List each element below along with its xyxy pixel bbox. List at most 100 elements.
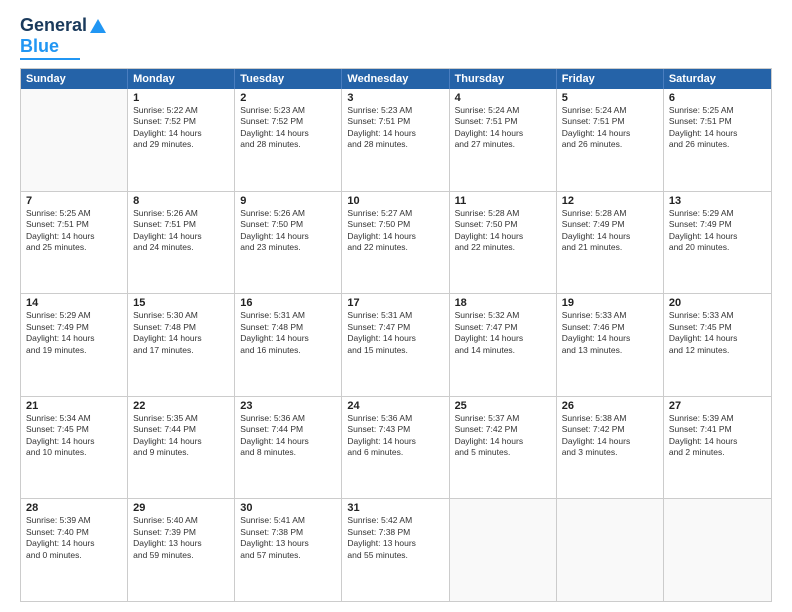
- day-number: 10: [347, 195, 443, 207]
- day-number: 25: [455, 400, 551, 412]
- calendar-day-12: 12Sunrise: 5:28 AMSunset: 7:49 PMDayligh…: [557, 192, 664, 294]
- day-number: 17: [347, 297, 443, 309]
- calendar-empty-cell: [450, 499, 557, 601]
- calendar-day-8: 8Sunrise: 5:26 AMSunset: 7:51 PMDaylight…: [128, 192, 235, 294]
- day-info: Sunrise: 5:28 AMSunset: 7:50 PMDaylight:…: [455, 208, 551, 254]
- calendar-day-29: 29Sunrise: 5:40 AMSunset: 7:39 PMDayligh…: [128, 499, 235, 601]
- weekday-header-tuesday: Tuesday: [235, 69, 342, 89]
- calendar-day-2: 2Sunrise: 5:23 AMSunset: 7:52 PMDaylight…: [235, 89, 342, 191]
- calendar-day-24: 24Sunrise: 5:36 AMSunset: 7:43 PMDayligh…: [342, 397, 449, 499]
- calendar-row-2: 7Sunrise: 5:25 AMSunset: 7:51 PMDaylight…: [21, 191, 771, 294]
- day-info: Sunrise: 5:39 AMSunset: 7:41 PMDaylight:…: [669, 413, 766, 459]
- calendar-day-6: 6Sunrise: 5:25 AMSunset: 7:51 PMDaylight…: [664, 89, 771, 191]
- day-info: Sunrise: 5:30 AMSunset: 7:48 PMDaylight:…: [133, 310, 229, 356]
- day-number: 3: [347, 92, 443, 104]
- day-number: 19: [562, 297, 658, 309]
- page: General Blue SundayMondayTuesdayWednesda…: [0, 0, 792, 612]
- calendar-row-3: 14Sunrise: 5:29 AMSunset: 7:49 PMDayligh…: [21, 293, 771, 396]
- calendar-empty-cell: [21, 89, 128, 191]
- calendar-day-21: 21Sunrise: 5:34 AMSunset: 7:45 PMDayligh…: [21, 397, 128, 499]
- calendar-day-11: 11Sunrise: 5:28 AMSunset: 7:50 PMDayligh…: [450, 192, 557, 294]
- day-info: Sunrise: 5:29 AMSunset: 7:49 PMDaylight:…: [26, 310, 122, 356]
- day-number: 5: [562, 92, 658, 104]
- calendar-day-18: 18Sunrise: 5:32 AMSunset: 7:47 PMDayligh…: [450, 294, 557, 396]
- day-info: Sunrise: 5:28 AMSunset: 7:49 PMDaylight:…: [562, 208, 658, 254]
- calendar-row-1: 1Sunrise: 5:22 AMSunset: 7:52 PMDaylight…: [21, 89, 771, 191]
- day-info: Sunrise: 5:36 AMSunset: 7:44 PMDaylight:…: [240, 413, 336, 459]
- day-number: 18: [455, 297, 551, 309]
- day-number: 2: [240, 92, 336, 104]
- day-info: Sunrise: 5:40 AMSunset: 7:39 PMDaylight:…: [133, 515, 229, 561]
- calendar-empty-cell: [664, 499, 771, 601]
- logo-blue: Blue: [20, 36, 59, 57]
- calendar-day-26: 26Sunrise: 5:38 AMSunset: 7:42 PMDayligh…: [557, 397, 664, 499]
- day-number: 29: [133, 502, 229, 514]
- weekday-header-monday: Monday: [128, 69, 235, 89]
- day-number: 14: [26, 297, 122, 309]
- calendar-day-4: 4Sunrise: 5:24 AMSunset: 7:51 PMDaylight…: [450, 89, 557, 191]
- calendar-day-1: 1Sunrise: 5:22 AMSunset: 7:52 PMDaylight…: [128, 89, 235, 191]
- calendar-day-28: 28Sunrise: 5:39 AMSunset: 7:40 PMDayligh…: [21, 499, 128, 601]
- day-info: Sunrise: 5:31 AMSunset: 7:48 PMDaylight:…: [240, 310, 336, 356]
- day-number: 27: [669, 400, 766, 412]
- calendar-day-10: 10Sunrise: 5:27 AMSunset: 7:50 PMDayligh…: [342, 192, 449, 294]
- weekday-header-sunday: Sunday: [21, 69, 128, 89]
- day-number: 7: [26, 195, 122, 207]
- day-info: Sunrise: 5:37 AMSunset: 7:42 PMDaylight:…: [455, 413, 551, 459]
- calendar-row-5: 28Sunrise: 5:39 AMSunset: 7:40 PMDayligh…: [21, 498, 771, 601]
- day-info: Sunrise: 5:35 AMSunset: 7:44 PMDaylight:…: [133, 413, 229, 459]
- day-number: 23: [240, 400, 336, 412]
- calendar-day-23: 23Sunrise: 5:36 AMSunset: 7:44 PMDayligh…: [235, 397, 342, 499]
- logo-icon: [89, 17, 107, 35]
- weekday-header-wednesday: Wednesday: [342, 69, 449, 89]
- calendar-day-7: 7Sunrise: 5:25 AMSunset: 7:51 PMDaylight…: [21, 192, 128, 294]
- day-info: Sunrise: 5:26 AMSunset: 7:50 PMDaylight:…: [240, 208, 336, 254]
- calendar-day-9: 9Sunrise: 5:26 AMSunset: 7:50 PMDaylight…: [235, 192, 342, 294]
- calendar-day-20: 20Sunrise: 5:33 AMSunset: 7:45 PMDayligh…: [664, 294, 771, 396]
- logo-general: General: [20, 15, 87, 36]
- day-number: 11: [455, 195, 551, 207]
- day-info: Sunrise: 5:25 AMSunset: 7:51 PMDaylight:…: [669, 105, 766, 151]
- day-number: 9: [240, 195, 336, 207]
- day-number: 8: [133, 195, 229, 207]
- day-number: 16: [240, 297, 336, 309]
- calendar-body: 1Sunrise: 5:22 AMSunset: 7:52 PMDaylight…: [21, 89, 771, 601]
- day-number: 20: [669, 297, 766, 309]
- calendar-day-25: 25Sunrise: 5:37 AMSunset: 7:42 PMDayligh…: [450, 397, 557, 499]
- weekday-header-friday: Friday: [557, 69, 664, 89]
- day-number: 31: [347, 502, 443, 514]
- calendar-day-14: 14Sunrise: 5:29 AMSunset: 7:49 PMDayligh…: [21, 294, 128, 396]
- day-number: 24: [347, 400, 443, 412]
- day-info: Sunrise: 5:34 AMSunset: 7:45 PMDaylight:…: [26, 413, 122, 459]
- header: General Blue: [20, 15, 772, 60]
- day-info: Sunrise: 5:33 AMSunset: 7:46 PMDaylight:…: [562, 310, 658, 356]
- day-number: 26: [562, 400, 658, 412]
- day-info: Sunrise: 5:26 AMSunset: 7:51 PMDaylight:…: [133, 208, 229, 254]
- day-info: Sunrise: 5:23 AMSunset: 7:52 PMDaylight:…: [240, 105, 336, 151]
- day-info: Sunrise: 5:36 AMSunset: 7:43 PMDaylight:…: [347, 413, 443, 459]
- day-info: Sunrise: 5:29 AMSunset: 7:49 PMDaylight:…: [669, 208, 766, 254]
- logo-underline: [20, 58, 80, 60]
- calendar-day-27: 27Sunrise: 5:39 AMSunset: 7:41 PMDayligh…: [664, 397, 771, 499]
- calendar-day-17: 17Sunrise: 5:31 AMSunset: 7:47 PMDayligh…: [342, 294, 449, 396]
- day-info: Sunrise: 5:32 AMSunset: 7:47 PMDaylight:…: [455, 310, 551, 356]
- calendar-day-30: 30Sunrise: 5:41 AMSunset: 7:38 PMDayligh…: [235, 499, 342, 601]
- day-info: Sunrise: 5:22 AMSunset: 7:52 PMDaylight:…: [133, 105, 229, 151]
- day-number: 4: [455, 92, 551, 104]
- calendar-day-16: 16Sunrise: 5:31 AMSunset: 7:48 PMDayligh…: [235, 294, 342, 396]
- day-info: Sunrise: 5:23 AMSunset: 7:51 PMDaylight:…: [347, 105, 443, 151]
- calendar-day-3: 3Sunrise: 5:23 AMSunset: 7:51 PMDaylight…: [342, 89, 449, 191]
- calendar-day-5: 5Sunrise: 5:24 AMSunset: 7:51 PMDaylight…: [557, 89, 664, 191]
- calendar-day-15: 15Sunrise: 5:30 AMSunset: 7:48 PMDayligh…: [128, 294, 235, 396]
- day-number: 13: [669, 195, 766, 207]
- day-info: Sunrise: 5:42 AMSunset: 7:38 PMDaylight:…: [347, 515, 443, 561]
- weekday-header-thursday: Thursday: [450, 69, 557, 89]
- calendar-empty-cell: [557, 499, 664, 601]
- day-number: 6: [669, 92, 766, 104]
- weekday-header-saturday: Saturday: [664, 69, 771, 89]
- day-info: Sunrise: 5:25 AMSunset: 7:51 PMDaylight:…: [26, 208, 122, 254]
- day-number: 30: [240, 502, 336, 514]
- calendar-day-22: 22Sunrise: 5:35 AMSunset: 7:44 PMDayligh…: [128, 397, 235, 499]
- calendar-header: SundayMondayTuesdayWednesdayThursdayFrid…: [21, 69, 771, 89]
- day-number: 21: [26, 400, 122, 412]
